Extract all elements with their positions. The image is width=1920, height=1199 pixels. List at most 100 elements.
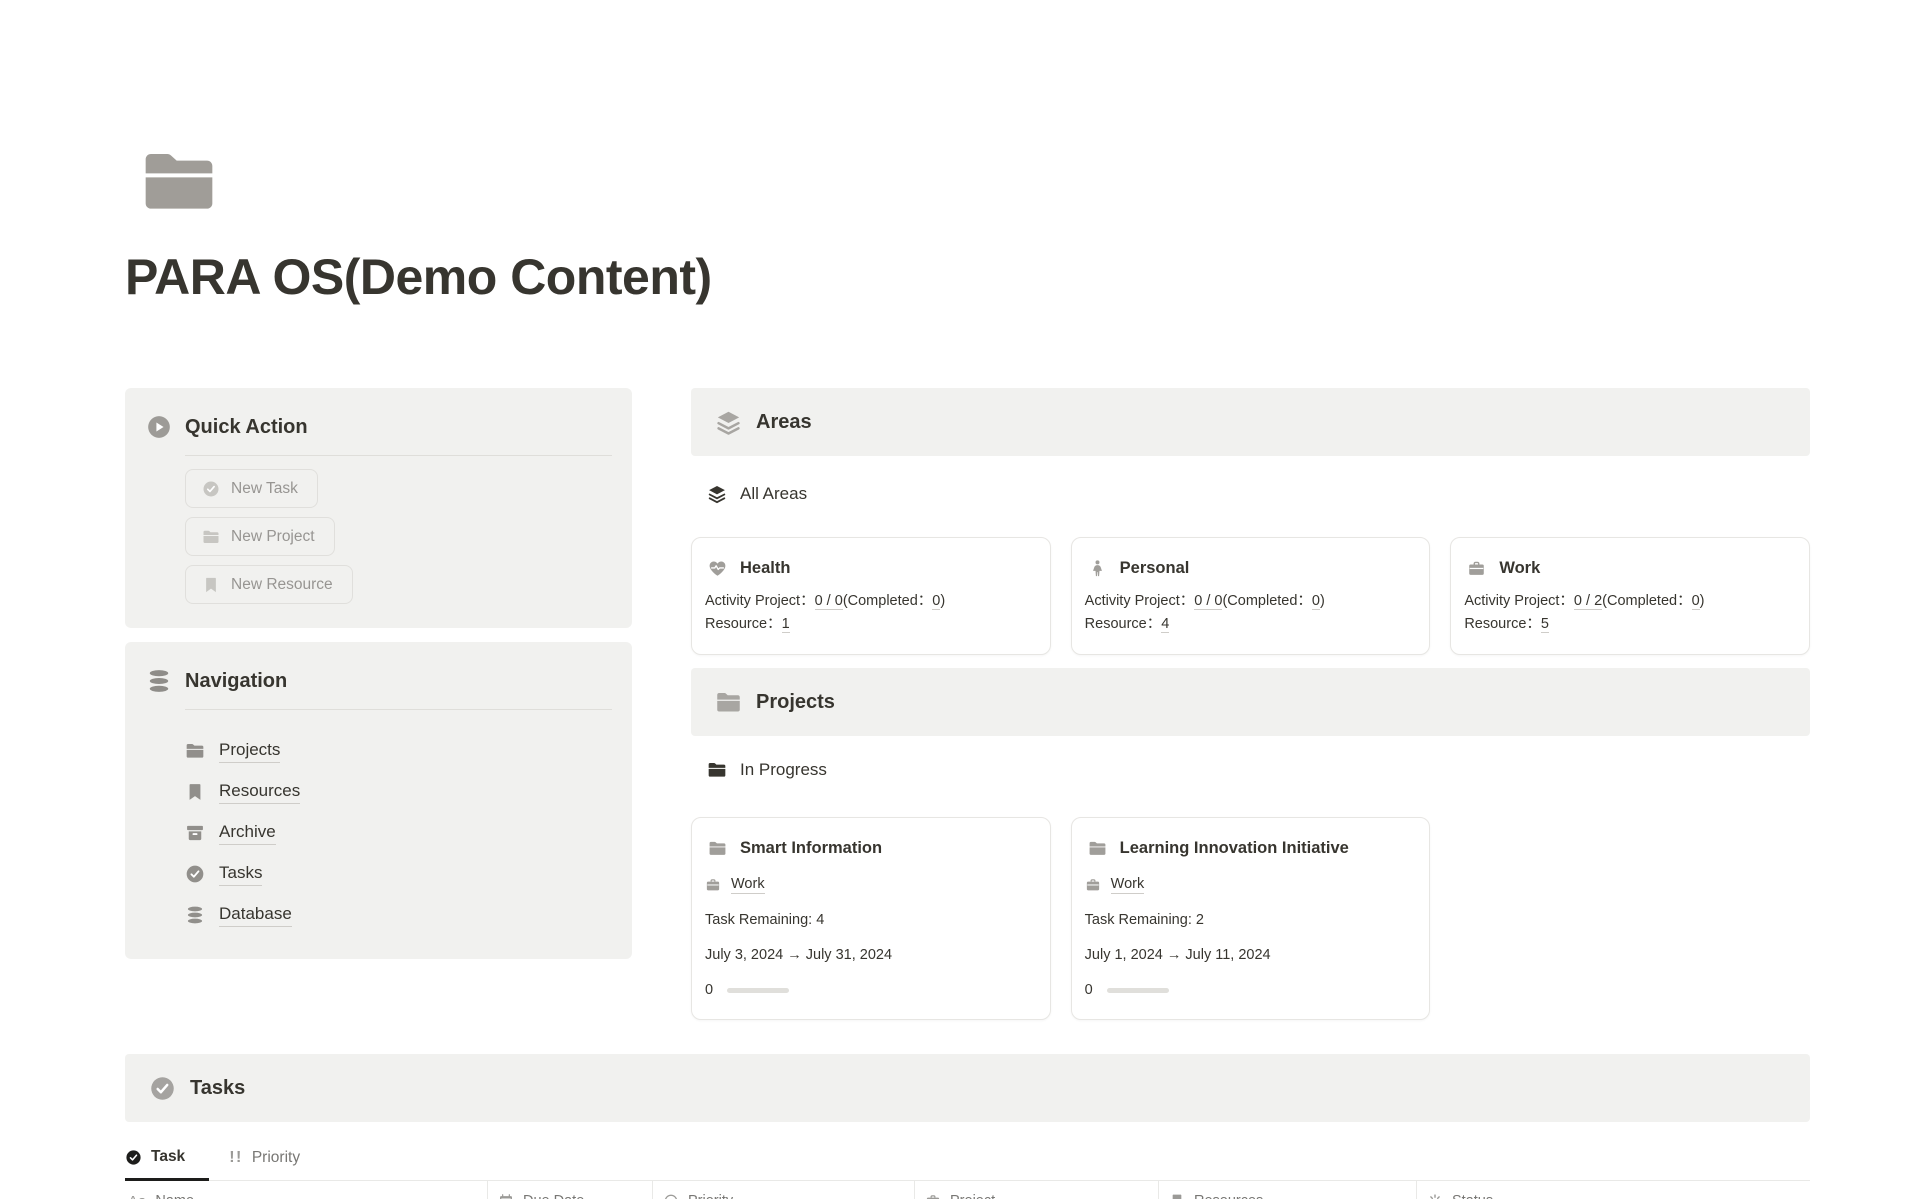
archive-icon: [185, 823, 205, 843]
briefcase-icon: [705, 877, 721, 893]
tasks-view-tabs: Task !! Priority: [125, 1136, 1810, 1181]
column-header-name[interactable]: Aa Name: [125, 1181, 487, 1199]
activity-line: Activity Project：0 / 0(Completed：0): [1085, 590, 1414, 613]
navigation-header: Navigation: [146, 668, 612, 694]
new-project-button[interactable]: New Project: [185, 517, 335, 556]
completed-count-link[interactable]: 0: [1692, 593, 1700, 610]
divider: [185, 709, 612, 710]
activity-count-link[interactable]: 0 / 2: [1574, 593, 1602, 610]
progress-row: 0: [1085, 981, 1414, 999]
calendar-icon: [498, 1193, 514, 1199]
date-range: July 3, 2024 → July 31, 2024: [705, 946, 1034, 964]
areas-heading: Areas: [756, 411, 812, 434]
project-area-link[interactable]: Work: [1111, 875, 1145, 894]
double-exclamation-icon: !!: [229, 1149, 243, 1167]
page-icon-folder[interactable]: [139, 142, 219, 222]
activity-count-link[interactable]: 0 / 0: [815, 593, 843, 610]
nav-link-label[interactable]: Resources: [219, 780, 300, 804]
column-header-resources[interactable]: Resources: [1158, 1181, 1416, 1199]
navigation-list: Projects Resources Archive Tasks: [146, 730, 612, 935]
briefcase-icon: [1085, 877, 1101, 893]
person-icon: [1088, 559, 1107, 578]
sidebar-item-tasks[interactable]: Tasks: [185, 853, 612, 894]
area-card-health[interactable]: Health Activity Project：0 / 0(Completed：…: [691, 537, 1051, 655]
notion-page: PARA OS(Demo Content) Quick Action New T…: [125, 0, 1810, 1199]
task-remaining: Task Remaining: 4: [705, 911, 1034, 929]
areas-section-banner: Areas: [691, 388, 1810, 456]
right-column: Areas All Areas Health Activity Project：…: [691, 388, 1810, 1020]
progress-bar: [1107, 988, 1169, 993]
quick-action-heading: Quick Action: [185, 414, 308, 440]
briefcase-icon: [925, 1193, 941, 1199]
new-project-label: New Project: [231, 528, 315, 546]
resource-line: Resource：1: [705, 613, 1034, 636]
status-icon: [1427, 1193, 1443, 1199]
column-header-priority[interactable]: Priority: [652, 1181, 914, 1199]
area-card-title[interactable]: Work: [1499, 558, 1540, 578]
project-area-link[interactable]: Work: [731, 875, 765, 894]
sidebar-item-database[interactable]: Database: [185, 894, 612, 935]
tasks-table-header: Aa Name Due Date Priority Project Resour…: [125, 1181, 1810, 1199]
play-circle-icon: [146, 414, 172, 440]
briefcase-icon: [1467, 559, 1486, 578]
task-remaining: Task Remaining: 2: [1085, 911, 1414, 929]
bookmark-icon: [1169, 1193, 1185, 1199]
main-columns: Quick Action New Task New Project New Re…: [125, 388, 1810, 1020]
divider: [185, 455, 612, 456]
project-card-title[interactable]: Learning Innovation Initiative: [1120, 838, 1349, 858]
tab-priority-label[interactable]: Priority: [252, 1149, 300, 1167]
area-cards: Health Activity Project：0 / 0(Completed：…: [691, 537, 1810, 655]
area-card-title[interactable]: Health: [740, 558, 790, 578]
date-range: July 1, 2024 → July 11, 2024: [1085, 946, 1414, 964]
project-card-learning-innovation[interactable]: Learning Innovation Initiative Work Task…: [1071, 817, 1431, 1020]
resource-count-link[interactable]: 5: [1541, 616, 1549, 633]
activity-count-link[interactable]: 0 / 0: [1194, 593, 1222, 610]
quick-action-buttons: New Task New Project New Resource: [146, 469, 612, 604]
tab-task-label[interactable]: Task: [151, 1148, 185, 1166]
database-icon: [146, 668, 172, 694]
resource-line: Resource：5: [1464, 613, 1793, 636]
new-resource-button[interactable]: New Resource: [185, 565, 353, 604]
sidebar-item-projects[interactable]: Projects: [185, 730, 612, 771]
completed-count-link[interactable]: 0: [1312, 593, 1320, 610]
resource-count-link[interactable]: 4: [1161, 616, 1169, 633]
column-header-due-date[interactable]: Due Date: [487, 1181, 652, 1199]
tab-priority[interactable]: !! Priority: [229, 1136, 324, 1180]
column-header-project[interactable]: Project: [914, 1181, 1158, 1199]
sidebar-item-archive[interactable]: Archive: [185, 812, 612, 853]
nav-link-label[interactable]: Database: [219, 903, 292, 927]
area-card-personal[interactable]: Personal Activity Project：0 / 0(Complete…: [1071, 537, 1431, 655]
resource-count-link[interactable]: 1: [782, 616, 790, 633]
all-areas-view-link[interactable]: All Areas: [691, 456, 1810, 537]
area-card-work[interactable]: Work Activity Project：0 / 2(Completed：0)…: [1450, 537, 1810, 655]
heart-pulse-icon: [708, 559, 727, 578]
check-circle-icon: [125, 1149, 142, 1166]
nav-link-label[interactable]: Tasks: [219, 862, 262, 886]
progress-value: 0: [705, 981, 713, 999]
in-progress-label[interactable]: In Progress: [740, 758, 827, 782]
folder-icon: [202, 528, 220, 546]
resource-line: Resource：4: [1085, 613, 1414, 636]
new-task-button[interactable]: New Task: [185, 469, 318, 508]
project-area-row: Work: [1085, 875, 1414, 894]
quick-action-header: Quick Action: [146, 414, 612, 440]
nav-link-label[interactable]: Projects: [219, 739, 280, 763]
tab-task[interactable]: Task: [125, 1136, 209, 1181]
navigation-heading: Navigation: [185, 668, 287, 694]
project-card-title[interactable]: Smart Information: [740, 838, 882, 858]
bookmark-icon: [185, 782, 205, 802]
area-card-title[interactable]: Personal: [1120, 558, 1190, 578]
new-resource-label: New Resource: [231, 576, 333, 594]
quick-action-callout: Quick Action New Task New Project New Re…: [125, 388, 632, 628]
activity-line: Activity Project：0 / 0(Completed：0): [705, 590, 1034, 613]
folder-icon: [185, 741, 205, 761]
tasks-heading: Tasks: [190, 1077, 245, 1100]
sidebar-item-resources[interactable]: Resources: [185, 771, 612, 812]
nav-link-label[interactable]: Archive: [219, 821, 276, 845]
check-circle-icon: [149, 1075, 176, 1102]
all-areas-label[interactable]: All Areas: [740, 482, 807, 506]
project-card-smart-information[interactable]: Smart Information Work Task Remaining: 4…: [691, 817, 1051, 1020]
text-icon: Aa: [128, 1193, 146, 1199]
column-header-status[interactable]: Status: [1416, 1181, 1810, 1199]
in-progress-view-link[interactable]: In Progress: [691, 736, 1810, 817]
